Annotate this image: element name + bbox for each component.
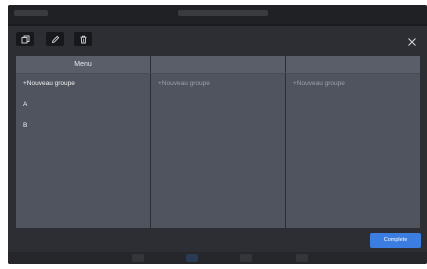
group-item-b[interactable]: B: [23, 122, 27, 129]
new-group-item[interactable]: +Nouveau groupe: [293, 80, 345, 87]
new-group-item[interactable]: +Nouveau groupe: [23, 80, 75, 87]
complete-button[interactable]: Complete: [370, 233, 421, 248]
background-title-center: [178, 10, 268, 16]
header-divider: [16, 73, 420, 74]
subgroup-column: +Nouveau groupe: [151, 56, 285, 228]
group-columns: Menu +Nouveau groupe A B +Nouveau groupe…: [16, 56, 420, 228]
column-divider: [285, 56, 286, 228]
background-nav-item: [132, 254, 144, 262]
delete-button[interactable]: [74, 32, 92, 46]
copy-button[interactable]: [16, 32, 34, 46]
column-header: [286, 56, 420, 73]
column-header: [151, 56, 285, 73]
background-title-left: [14, 10, 48, 16]
copy-icon: [21, 35, 30, 44]
group-editor-dialog: Menu +Nouveau groupe A B +Nouveau groupe…: [8, 26, 427, 252]
edit-icon: [51, 35, 60, 44]
background-nav-item: [240, 254, 252, 262]
subgroup-column: +Nouveau groupe: [286, 56, 420, 228]
app-screen: Menu +Nouveau groupe A B +Nouveau groupe…: [8, 5, 427, 264]
group-item-a[interactable]: A: [23, 101, 27, 108]
column-divider: [150, 56, 151, 228]
menu-column: Menu +Nouveau groupe A B: [16, 56, 150, 228]
background-nav-item: [296, 254, 308, 262]
column-header: Menu: [16, 56, 150, 73]
new-group-item[interactable]: +Nouveau groupe: [158, 80, 210, 87]
close-button[interactable]: [405, 36, 419, 50]
delete-icon: [79, 35, 88, 44]
background-bottom-bar: [8, 252, 427, 264]
background-nav-item: [186, 254, 198, 262]
edit-button[interactable]: [46, 32, 64, 46]
close-icon: [407, 34, 417, 52]
background-top-bar: [8, 5, 427, 24]
